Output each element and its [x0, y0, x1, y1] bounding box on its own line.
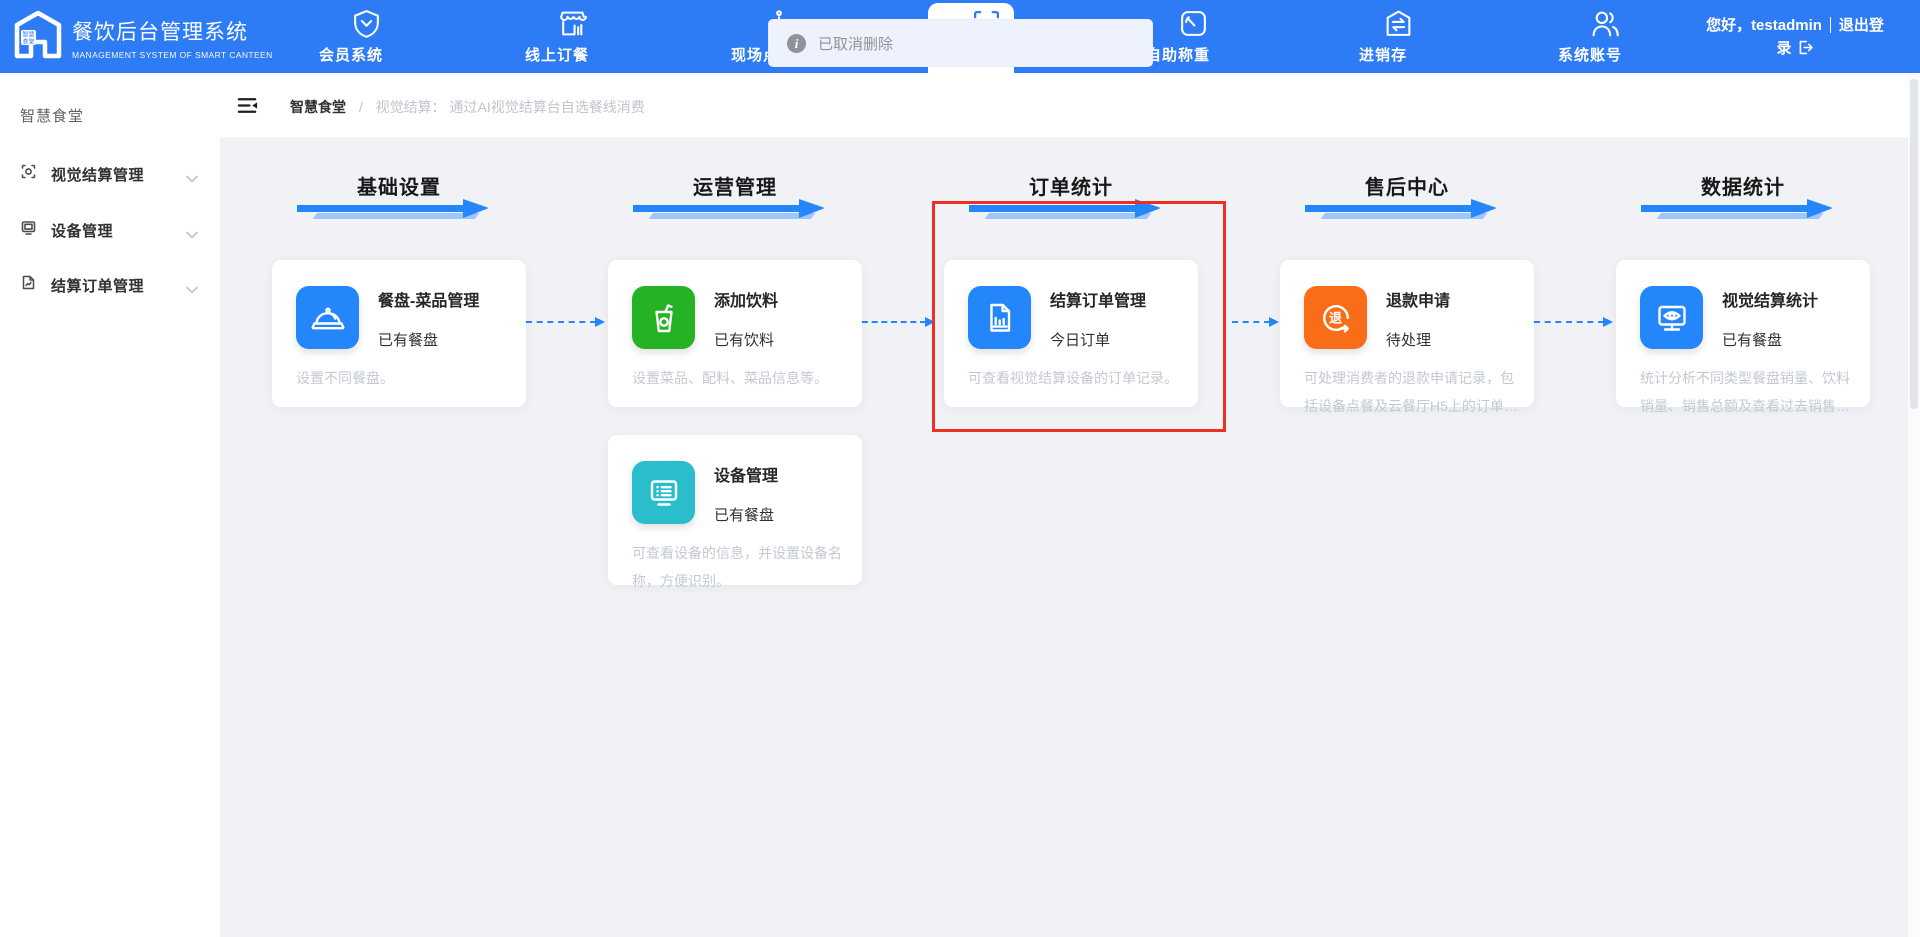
- sidebar: 智慧食堂 视觉结算管理 设备管理: [0, 73, 220, 937]
- card-title: 视觉结算统计: [1722, 287, 1818, 311]
- device-monitor-icon: [632, 461, 695, 524]
- user-block: 您好，testadmin退出登录: [1700, 14, 1890, 60]
- info-icon: i: [787, 34, 806, 53]
- app-title: 餐饮后台管理系统: [72, 16, 273, 46]
- column-title-operations: 运营管理: [635, 171, 835, 200]
- column-title-order-stats: 订单统计: [971, 171, 1171, 200]
- column-title-basic-setup: 基础设置: [299, 171, 499, 200]
- cloche-plate-icon: [296, 286, 359, 349]
- order-report-icon: [968, 286, 1031, 349]
- vertical-scrollbar[interactable]: [1908, 73, 1920, 937]
- page: 智慧 食堂 餐饮后台管理系统 MANAGEMENT SYSTEM OF SMAR…: [0, 0, 1920, 937]
- toast-message: i 已取消删除: [768, 19, 1153, 67]
- visual-settlement-menu-icon: [20, 163, 37, 185]
- svg-text:退: 退: [1328, 310, 1341, 325]
- card-subtitle: 今日订单: [1050, 329, 1110, 350]
- card-title: 设备管理: [714, 462, 778, 486]
- settlement-order-menu-icon: [20, 274, 37, 296]
- column-arrow: [1641, 203, 1841, 223]
- card-title: 结算订单管理: [1050, 287, 1146, 311]
- refund-icon: 退: [1304, 286, 1367, 349]
- sidebar-item-label: 视觉结算管理: [51, 164, 144, 185]
- breadcrumb-separator: /: [359, 99, 363, 115]
- sidebar-item-label: 设备管理: [51, 220, 113, 241]
- card-description: 可处理消费者的退款申请记录，包括设备点餐及云餐厅H5上的订单…: [1304, 364, 1518, 420]
- card-plate-dish-management[interactable]: 餐盘-菜品管理 已有餐盘 设置不同餐盘。: [272, 260, 526, 407]
- column-title-data-stats: 数据统计: [1643, 171, 1843, 200]
- card-subtitle: 待处理: [1386, 329, 1431, 350]
- nav-member-system[interactable]: 会员系统: [276, 0, 426, 73]
- breadcrumb-bar: 智慧食堂 / 视觉结算： 通过AI视觉结算台自选餐线消费: [220, 73, 1920, 137]
- card-description: 可查看视觉结算设备的订单记录。: [968, 364, 1182, 392]
- column-arrow: [633, 203, 833, 223]
- nav-label: 自助称重: [1146, 44, 1210, 65]
- sidebar-item-settlement-orders[interactable]: 结算订单管理: [0, 263, 220, 307]
- card-subtitle: 已有餐盘: [378, 329, 438, 350]
- nav-label: 系统账号: [1558, 44, 1622, 65]
- column-arrow: [969, 203, 1169, 223]
- visual-stats-icon: [1640, 286, 1703, 349]
- nav-online-order[interactable]: 线上订餐: [482, 0, 632, 73]
- app-logo: 智慧 食堂 餐饮后台管理系统 MANAGEMENT SYSTEM OF SMAR…: [14, 10, 273, 65]
- nav-label: 会员系统: [319, 44, 383, 65]
- nav-label: 进销存: [1359, 44, 1407, 65]
- nav-label: 线上订餐: [525, 44, 589, 65]
- card-subtitle: 已有餐盘: [714, 504, 774, 525]
- logout-icon[interactable]: [1797, 39, 1814, 56]
- user-greeting: 您好，testadmin: [1706, 17, 1822, 34]
- column-title-after-sales: 售后中心: [1307, 171, 1507, 200]
- flow-connector-arrow: [862, 321, 926, 323]
- sidebar-item-visual-settlement[interactable]: 视觉结算管理: [0, 152, 220, 196]
- nav-inventory[interactable]: 进销存: [1308, 0, 1458, 73]
- card-description: 可查看设备的信息，并设置设备名称，方便识别。: [632, 539, 846, 595]
- toast-text: 已取消删除: [818, 33, 893, 54]
- card-visual-settlement-stats[interactable]: 视觉结算统计 已有餐盘 统计分析不同类型餐盘销量、饮料销量、销售总额及查看过去销…: [1616, 260, 1870, 407]
- svg-text:智慧: 智慧: [22, 31, 34, 39]
- canteen-logo-icon: 智慧 食堂: [14, 10, 62, 65]
- chevron-down-icon: [186, 170, 198, 188]
- drink-cup-icon: [632, 286, 695, 349]
- card-description: 设置不同餐盘。: [296, 364, 510, 392]
- nav-system-account[interactable]: 系统账号: [1515, 0, 1665, 73]
- card-device-management[interactable]: 设备管理 已有餐盘 可查看设备的信息，并设置设备名称，方便识别。: [608, 435, 862, 585]
- breadcrumb-root[interactable]: 智慧食堂: [290, 99, 346, 115]
- card-refund-request[interactable]: 退 退款申请 待处理 可处理消费者的退款申请记录，包括设备点餐及云餐厅H5上的订…: [1280, 260, 1534, 407]
- flow-connector-arrow: [1232, 321, 1270, 323]
- column-arrow: [297, 203, 497, 223]
- card-subtitle: 已有饮料: [714, 329, 774, 350]
- sidebar-item-device-management[interactable]: 设备管理: [0, 208, 220, 252]
- card-title: 退款申请: [1386, 287, 1450, 311]
- flow-connector-arrow: [1534, 321, 1604, 323]
- svg-text:食堂: 食堂: [22, 38, 34, 46]
- breadcrumb: 智慧食堂 / 视觉结算： 通过AI视觉结算台自选餐线消费: [290, 97, 645, 117]
- sidebar-title: 智慧食堂: [20, 105, 84, 126]
- column-arrow: [1305, 203, 1505, 223]
- scrollbar-thumb[interactable]: [1910, 79, 1918, 409]
- card-title: 餐盘-菜品管理: [378, 287, 479, 311]
- card-add-drinks[interactable]: 添加饮料 已有饮料 设置菜品、配料、菜品信息等。: [608, 260, 862, 407]
- card-subtitle: 已有餐盘: [1722, 329, 1782, 350]
- device-menu-icon: [20, 219, 37, 241]
- app-subtitle: MANAGEMENT SYSTEM OF SMART CANTEEN: [72, 50, 273, 60]
- flow-connector-arrow: [526, 321, 596, 323]
- breadcrumb-current: 视觉结算： 通过AI视觉结算台自选餐线消费: [376, 99, 645, 115]
- card-title: 添加饮料: [714, 287, 778, 311]
- card-settlement-order-management[interactable]: 结算订单管理 今日订单 可查看视觉结算设备的订单记录。: [944, 260, 1198, 407]
- chevron-down-icon: [186, 281, 198, 299]
- divider: [1830, 17, 1831, 33]
- chevron-down-icon: [186, 226, 198, 244]
- flow-content: 基础设置 运营管理 订单统计 售后中心 数据统计 餐盘-菜品管理: [220, 137, 1920, 937]
- sidebar-collapse-icon[interactable]: [236, 94, 259, 122]
- card-description: 统计分析不同类型餐盘销量、饮料销量、销售总额及查看过去销售…: [1640, 364, 1854, 420]
- card-description: 设置菜品、配料、菜品信息等。: [632, 364, 846, 392]
- sidebar-item-label: 结算订单管理: [51, 275, 144, 296]
